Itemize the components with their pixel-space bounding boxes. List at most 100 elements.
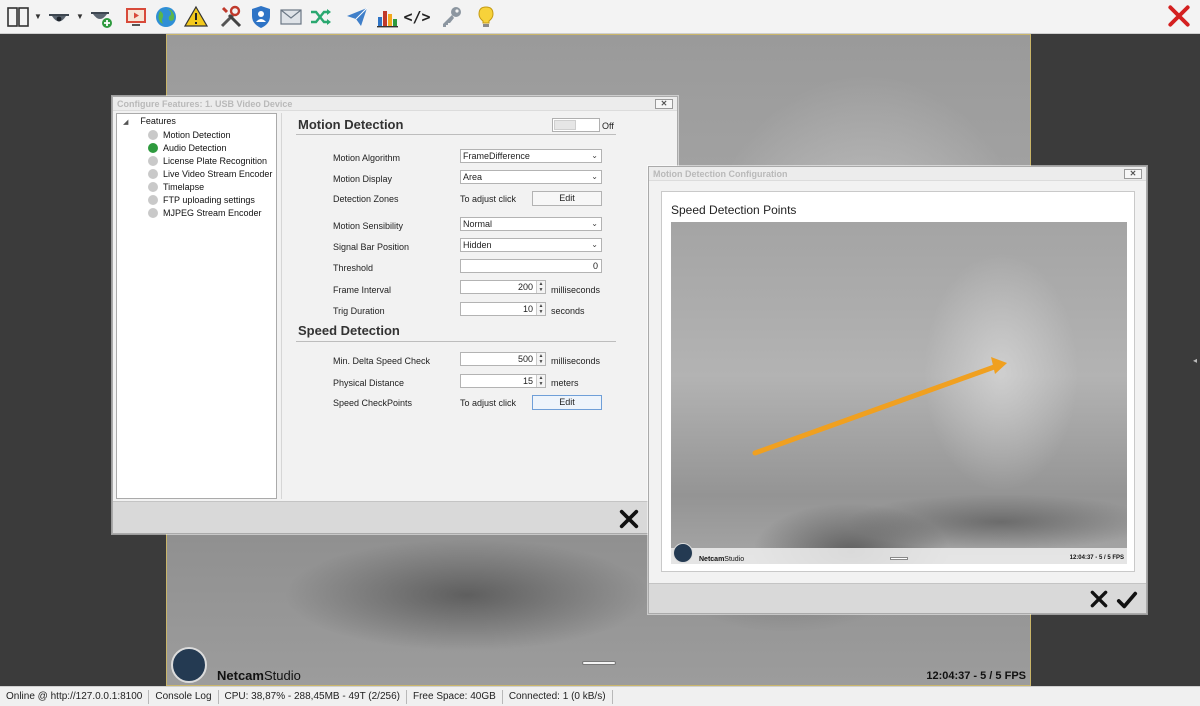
netcam-bird-icon [171, 647, 207, 683]
speed-checkpoints-edit-button[interactable]: Edit [532, 395, 602, 410]
tree-item-license-plate[interactable]: License Plate Recognition [148, 154, 267, 167]
right-panel-grip-icon[interactable]: ◂ [1193, 356, 1198, 365]
send-icon[interactable] [343, 3, 371, 31]
bar-chart-icon[interactable] [373, 3, 401, 31]
camera-dropdown-caret[interactable]: ▼ [76, 12, 84, 21]
motion-detection-configuration-dialog: Motion Detection Configuration ✕ Speed D… [648, 166, 1147, 614]
camera-dome-icon[interactable] [45, 3, 73, 31]
key-icon[interactable] [438, 3, 466, 31]
frame-interval-label: Frame Interval [333, 285, 392, 295]
dialog-footer [113, 501, 677, 533]
app-close-icon[interactable] [1166, 3, 1194, 31]
speed-points-panel: Speed Detection Points NetcamStudio 12:0… [661, 191, 1135, 572]
frame-interval-stepper[interactable]: 200 ▲ ▼ [460, 280, 546, 294]
toggle-knob [554, 120, 576, 130]
lightbulb-icon[interactable] [472, 3, 500, 31]
motion-sensibility-select[interactable]: Normal ⌄ [460, 217, 602, 231]
detection-zones-label: Detection Zones [333, 194, 399, 204]
main-toolbar: ▼ ▼ </> [0, 0, 1200, 34]
section-divider [296, 134, 616, 135]
signal-bar-position-label: Signal Bar Position [333, 242, 410, 252]
speed-section-title: Speed Detection [298, 323, 400, 338]
code-icon[interactable]: </> [403, 3, 431, 31]
cancel-x-icon[interactable] [618, 508, 640, 530]
physical-distance-stepper[interactable]: 15 ▲ ▼ [460, 374, 546, 388]
motion-display-label: Motion Display [333, 174, 393, 184]
status-connected: Connected: 1 (0 kB/s) [503, 689, 613, 704]
speed-direction-arrow[interactable] [671, 222, 1127, 564]
layout-icon[interactable] [4, 3, 32, 31]
cancel-x-icon[interactable] [1089, 589, 1111, 611]
dialog-title: Configure Features: 1. USB Video Device [117, 99, 293, 109]
globe-icon[interactable] [152, 3, 180, 31]
chevron-down-icon: ⌄ [591, 219, 598, 228]
user-shield-icon[interactable] [247, 3, 275, 31]
status-dot-icon [148, 207, 158, 218]
mail-icon[interactable] [277, 3, 305, 31]
tree-item-mjpeg-encoder[interactable]: MJPEG Stream Encoder [148, 206, 262, 219]
status-bar: Online @ http://127.0.0.1:8100 Console L… [0, 686, 1200, 706]
tools-icon[interactable] [217, 3, 245, 31]
speed-points-preview[interactable]: NetcamStudio 12:04:37 - 5 / 5 FPS [671, 222, 1127, 564]
dialog-close-button[interactable]: ✕ [655, 99, 673, 109]
dialog-title: Motion Detection Configuration [653, 169, 788, 179]
chevron-down-icon: ⌄ [591, 151, 598, 160]
trig-duration-stepper[interactable]: 10 ▲ ▼ [460, 302, 546, 316]
tree-item-audio-detection[interactable]: Audio Detection [148, 141, 227, 154]
tree-root-features[interactable]: ◢ Features [123, 116, 176, 126]
tree-item-ftp-uploading[interactable]: FTP uploading settings [148, 193, 255, 206]
playback-icon[interactable] [122, 3, 150, 31]
threshold-input[interactable]: 0 [460, 259, 602, 273]
min-delta-speed-label: Min. Delta Speed Check [333, 356, 431, 366]
detection-zones-edit-button[interactable]: Edit [532, 191, 602, 206]
tree-item-motion-detection[interactable]: Motion Detection [148, 128, 231, 141]
feature-settings-panel: Motion Detection Off Motion Algorithm Fr… [281, 113, 675, 499]
detection-zones-hint: To adjust click [460, 194, 517, 204]
chevron-down-icon: ⌄ [591, 172, 598, 181]
preview-watermark-logo: NetcamStudio [673, 543, 744, 563]
dialog-footer [649, 583, 1146, 613]
console-log-link[interactable]: Console Log [149, 689, 219, 704]
motion-enable-toggle[interactable] [552, 118, 600, 132]
netcam-bird-icon [673, 543, 693, 563]
status-dot-icon [148, 155, 158, 166]
add-camera-icon[interactable] [87, 3, 115, 31]
motion-display-select[interactable]: Area ⌄ [460, 170, 602, 184]
trig-duration-label: Trig Duration [333, 306, 385, 316]
threshold-label: Threshold [333, 263, 374, 273]
signal-bar-position-select[interactable]: Hidden ⌄ [460, 238, 602, 252]
status-dot-icon [148, 181, 158, 192]
trig-duration-unit: seconds [551, 306, 585, 316]
tree-item-live-video-encoder[interactable]: Live Video Stream Encoder [148, 167, 272, 180]
stepper-arrows-icon[interactable]: ▲ ▼ [536, 303, 545, 315]
tree-item-timelapse[interactable]: Timelapse [148, 180, 204, 193]
preview-scrubber-handle[interactable] [890, 557, 908, 560]
min-delta-speed-unit: milliseconds [551, 356, 601, 366]
stepper-arrows-icon[interactable]: ▲ ▼ [536, 353, 545, 365]
warning-icon[interactable] [182, 3, 210, 31]
motion-algorithm-label: Motion Algorithm [333, 153, 401, 163]
physical-distance-unit: meters [551, 378, 579, 388]
chevron-down-icon: ⌄ [591, 240, 598, 249]
dialog-close-button[interactable]: ✕ [1124, 169, 1142, 179]
motion-section-title: Motion Detection [298, 117, 404, 132]
camera-scrubber-handle[interactable] [582, 661, 616, 665]
status-dot-icon [148, 142, 158, 153]
toggle-state-label: Off [602, 121, 614, 131]
status-online[interactable]: Online @ http://127.0.0.1:8100 [0, 689, 150, 704]
min-delta-speed-stepper[interactable]: 500 ▲ ▼ [460, 352, 546, 366]
frame-interval-unit: milliseconds [551, 285, 601, 295]
status-free-space: Free Space: 40GB [407, 689, 503, 704]
status-dot-icon [148, 194, 158, 205]
collapse-triangle-icon[interactable]: ◢ [123, 119, 128, 126]
layout-dropdown-caret[interactable]: ▼ [34, 12, 42, 21]
dialog-title-bar: Configure Features: 1. USB Video Device … [113, 97, 677, 111]
motion-algorithm-select[interactable]: FrameDifference ⌄ [460, 149, 602, 163]
section-divider [296, 341, 616, 342]
stepper-arrows-icon[interactable]: ▲ ▼ [536, 375, 545, 387]
confirm-check-icon[interactable] [1116, 589, 1138, 611]
preview-timestamp: 12:04:37 - 5 / 5 FPS [1069, 555, 1124, 561]
shuffle-icon[interactable] [307, 3, 335, 31]
status-dot-icon [148, 129, 158, 140]
stepper-arrows-icon[interactable]: ▲ ▼ [536, 281, 545, 293]
